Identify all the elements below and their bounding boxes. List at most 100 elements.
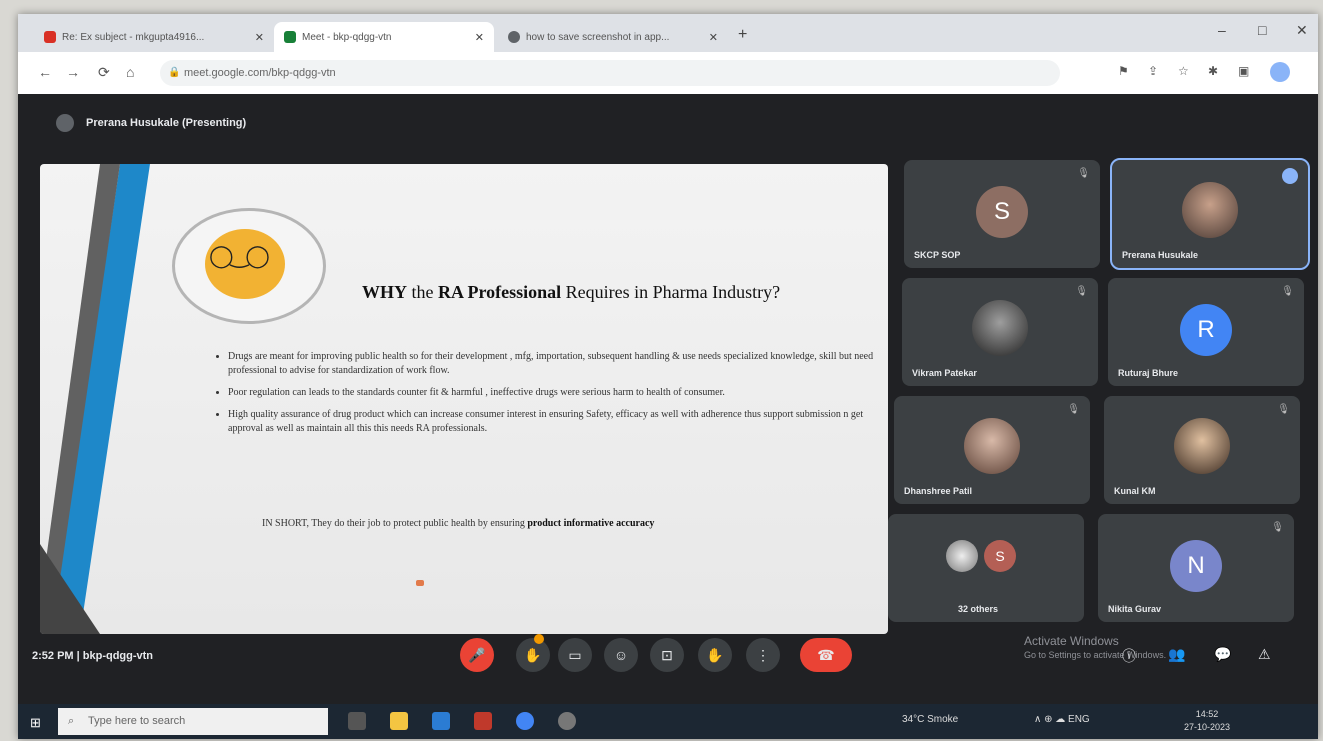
- share-icon[interactable]: ⇪: [1148, 64, 1158, 78]
- leave-call-button[interactable]: ☎: [800, 638, 852, 672]
- meeting-time-code: 2:52 PM | bkp-qdgg-vtn: [32, 650, 154, 662]
- weather-widget[interactable]: 34°C Smoke: [902, 714, 958, 725]
- browser-tab[interactable]: Re: Ex subject - mkgupta4916... ✕: [34, 22, 274, 52]
- activate-title: Activate Windows: [1024, 634, 1119, 648]
- lock-icon: 🔒: [168, 67, 181, 78]
- muted-mic-icon: 🎙: [1271, 522, 1284, 533]
- speaking-indicator-icon: [1282, 168, 1298, 184]
- taskbar-search-input[interactable]: ⌕ Type here to search: [58, 708, 328, 735]
- word-icon[interactable]: [432, 712, 450, 730]
- presenter-avatar: [56, 114, 74, 132]
- close-window-button[interactable]: ✕: [1296, 22, 1308, 39]
- more-options-button[interactable]: ⋮: [746, 638, 780, 672]
- participant-name: Prerana Husukale: [1122, 250, 1199, 260]
- info-icon[interactable]: ⓘ: [1122, 646, 1136, 666]
- presenter-label: Prerana Husukale (Presenting): [86, 117, 247, 129]
- close-icon[interactable]: ✕: [255, 31, 264, 44]
- url-text: meet.google.com/bkp-qdgg-vtn: [184, 67, 336, 79]
- activate-windows-watermark: Activate Windows Go to Settings to activ…: [1024, 634, 1166, 660]
- participant-tile[interactable]: 🎙 Vikram Patekar: [902, 278, 1098, 386]
- participant-tile-speaking[interactable]: Prerana Husukale: [1110, 158, 1310, 270]
- participant-photo: [1182, 182, 1238, 238]
- muted-mic-icon: 🎙: [1077, 168, 1090, 179]
- app-icon[interactable]: [474, 712, 492, 730]
- file-explorer-icon[interactable]: [390, 712, 408, 730]
- presentation-slide: ◯‿◯ WHY the RA Professional Requires in …: [40, 164, 888, 634]
- tab-label: Meet - bkp-qdgg-vtn: [302, 31, 392, 43]
- reload-icon[interactable]: ⟳: [98, 64, 110, 81]
- browser-tab-bar: Re: Ex subject - mkgupta4916... ✕ Meet -…: [18, 14, 1318, 52]
- participant-name: Kunal KM: [1114, 486, 1156, 496]
- address-bar-row: ← → ⟳ ⌂ 🔒 meet.google.com/bkp-qdgg-vtn ⚑…: [18, 52, 1318, 95]
- raise-hand-reaction-button[interactable]: ✋: [516, 638, 550, 672]
- chat-icon[interactable]: 💬: [1214, 646, 1231, 663]
- forward-icon[interactable]: →: [66, 64, 80, 80]
- sidebar-icon[interactable]: ▣: [1238, 64, 1249, 78]
- windows-taskbar: ⊞ ⌕ Type here to search 34°C Smoke ∧ ⊕ ☁…: [18, 704, 1318, 739]
- clock-date: 27-10-2023: [1184, 722, 1231, 732]
- home-icon[interactable]: ⌂: [126, 64, 134, 80]
- slide-title: WHY the RA Professional Requires in Phar…: [362, 282, 781, 302]
- activities-icon[interactable]: ⚠: [1258, 646, 1271, 663]
- muted-mic-icon: 🎙: [1277, 404, 1290, 415]
- slide-pointer: [416, 580, 424, 586]
- participant-avatar: S: [976, 186, 1028, 238]
- captions-button[interactable]: ▭: [558, 638, 592, 672]
- meet-icon: [284, 31, 296, 43]
- tab-label: how to save screenshot in app...: [526, 31, 670, 43]
- close-icon[interactable]: ✕: [709, 31, 718, 44]
- settings-icon[interactable]: [558, 712, 576, 730]
- browser-tab[interactable]: how to save screenshot in app... ✕: [498, 22, 728, 52]
- presenter-bar: Prerana Husukale (Presenting): [56, 114, 246, 132]
- tab-label: Re: Ex subject - mkgupta4916...: [62, 31, 205, 43]
- participant-tile[interactable]: 🎙 Kunal KM: [1104, 396, 1300, 504]
- bullet-item: Drugs are meant for improving public hea…: [228, 350, 888, 378]
- new-tab-button[interactable]: +: [738, 26, 747, 44]
- emoji-button[interactable]: ☺: [604, 638, 638, 672]
- participant-name: Ruturaj Bhure: [1118, 368, 1179, 378]
- browser-tab-active[interactable]: Meet - bkp-qdgg-vtn ✕: [274, 22, 494, 52]
- search-icon: ⌕: [68, 715, 75, 727]
- muted-mic-icon: 🎙: [1075, 286, 1088, 297]
- system-tray[interactable]: ∧ ⊕ ☁ ENG: [1034, 714, 1090, 725]
- puzzle-icon[interactable]: ✱: [1208, 64, 1218, 78]
- others-tile[interactable]: S 32 others: [888, 514, 1084, 622]
- participant-tile[interactable]: R 🎙 Ruturaj Bhure: [1108, 278, 1304, 386]
- back-icon[interactable]: ←: [38, 64, 52, 80]
- meet-window: Prerana Husukale (Presenting) ◯‿◯ WHY th…: [18, 94, 1318, 704]
- star-icon[interactable]: ☆: [1178, 64, 1189, 78]
- participant-tile[interactable]: S 🎙 SKCP SOP: [904, 160, 1100, 268]
- task-view-icon[interactable]: [348, 712, 366, 730]
- others-count: 32 others: [958, 604, 999, 614]
- bullet-item: Poor regulation can leads to the standar…: [228, 386, 888, 400]
- participant-name: SKCP SOP: [914, 250, 961, 260]
- url-input[interactable]: 🔒 meet.google.com/bkp-qdgg-vtn: [160, 60, 1060, 86]
- taskbar-clock[interactable]: 14:52 27-10-2023: [1184, 708, 1230, 734]
- search-placeholder: Type here to search: [88, 715, 186, 727]
- people-icon[interactable]: 👥: [1168, 646, 1185, 663]
- minimize-button[interactable]: –: [1218, 22, 1226, 38]
- bullet-item: High quality assurance of drug product w…: [228, 408, 888, 436]
- thinking-emoji-image: ◯‿◯: [172, 208, 326, 324]
- extension-icon[interactable]: ⚑: [1118, 64, 1129, 78]
- close-icon[interactable]: ✕: [475, 31, 484, 44]
- participant-tile[interactable]: 🎙 Dhanshree Patil: [894, 396, 1090, 504]
- maximize-button[interactable]: □: [1258, 22, 1266, 38]
- slide-summary: IN SHORT, They do their job to protect p…: [262, 518, 655, 529]
- participant-photo: [972, 300, 1028, 356]
- chrome-icon[interactable]: [516, 712, 534, 730]
- participant-avatar: N: [1170, 540, 1222, 592]
- screen: Re: Ex subject - mkgupta4916... ✕ Meet -…: [18, 14, 1318, 739]
- activate-subtitle: Go to Settings to activate Windows.: [1024, 650, 1167, 660]
- participant-tile[interactable]: N 🎙 Nikita Gurav: [1098, 514, 1294, 622]
- participant-photo: [946, 540, 978, 572]
- mic-off-button[interactable]: 🎤: [460, 638, 494, 672]
- participant-name: Dhanshree Patil: [904, 486, 973, 496]
- participant-avatar: R: [1180, 304, 1232, 356]
- profile-avatar[interactable]: [1270, 62, 1290, 82]
- windows-start-icon[interactable]: ⊞: [30, 715, 41, 731]
- clock-time: 14:52: [1195, 709, 1219, 719]
- notification-badge: [534, 634, 544, 644]
- hand-button[interactable]: ✋: [698, 638, 732, 672]
- present-button[interactable]: ⊡: [650, 638, 684, 672]
